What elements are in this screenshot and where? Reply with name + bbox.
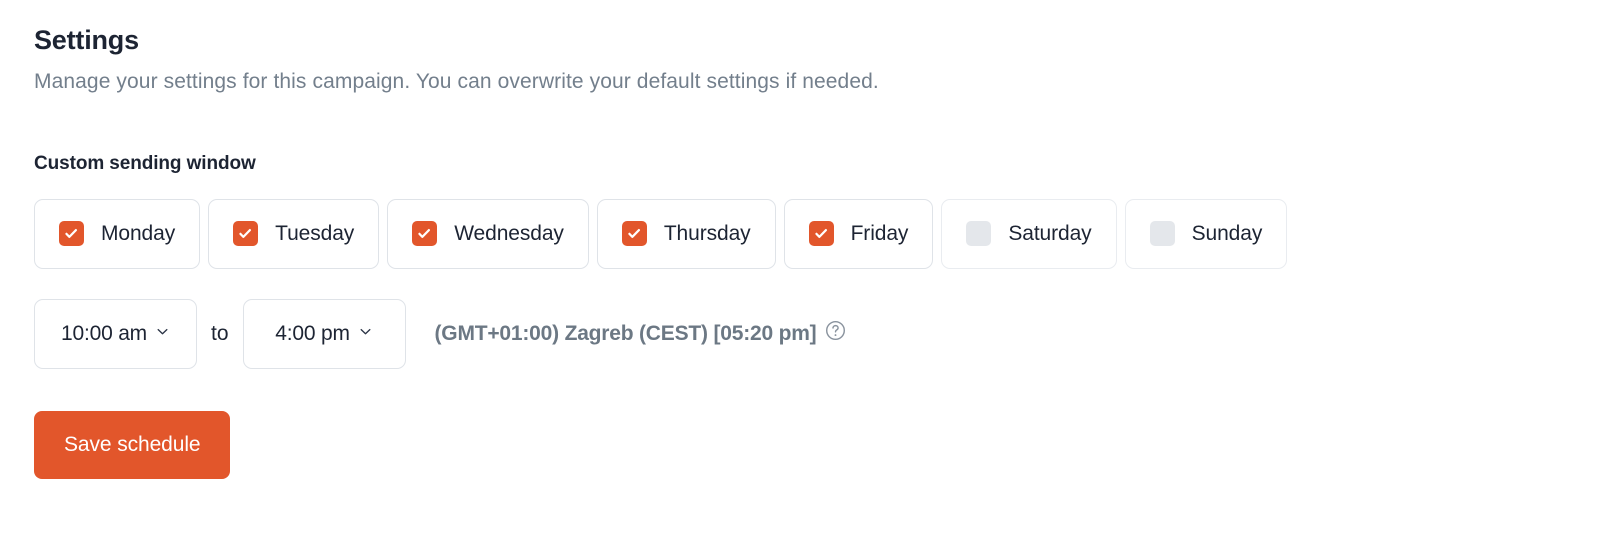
checkbox-monday[interactable] — [59, 221, 84, 247]
day-chip-thursday[interactable]: Thursday — [596, 198, 776, 269]
day-chip-tuesday[interactable]: Tuesday — [208, 198, 380, 269]
page-subtitle: Manage your settings for this campaign. … — [34, 70, 879, 94]
start-time-select[interactable]: 10:00 am — [34, 298, 197, 369]
end-time-value: 4:00 pm — [275, 321, 350, 345]
checkbox-saturday[interactable] — [966, 221, 992, 247]
checkbox-tuesday[interactable] — [233, 221, 259, 247]
chevron-down-icon — [155, 324, 170, 344]
day-label-monday: Monday — [101, 221, 176, 245]
day-chip-saturday[interactable]: Saturday — [941, 198, 1117, 269]
end-time-select[interactable]: 4:00 pm — [242, 298, 406, 369]
timezone-label: (GMT+01:00) Zagreb (CEST) [05:20 pm] — [434, 321, 817, 345]
question-circle-icon[interactable] — [825, 320, 846, 347]
start-time-value: 10:00 am — [61, 321, 147, 345]
day-chip-friday[interactable]: Friday — [783, 198, 934, 269]
day-selector-group: Monday Tuesday Wednesday Thursday Friday — [34, 198, 1600, 269]
day-chip-wednesday[interactable]: Wednesday — [387, 198, 589, 269]
page-title: Settings — [34, 25, 139, 55]
time-separator-label: to — [211, 321, 229, 345]
day-chip-sunday[interactable]: Sunday — [1124, 198, 1288, 269]
day-label-thursday: Thursday — [663, 221, 751, 245]
timezone-display: (GMT+01:00) Zagreb (CEST) [05:20 pm] — [435, 320, 847, 347]
chevron-down-icon — [358, 324, 373, 344]
checkbox-wednesday[interactable] — [412, 221, 438, 247]
day-label-wednesday: Wednesday — [454, 221, 564, 245]
settings-page: Settings Manage your settings for this c… — [0, 0, 1600, 552]
checkbox-sunday[interactable] — [1149, 221, 1175, 247]
checkbox-thursday[interactable] — [621, 221, 647, 247]
time-window-row: 10:00 am to 4:00 pm (GMT+01:00) Zagreb (… — [34, 298, 1600, 369]
save-schedule-button[interactable]: Save schedule — [34, 410, 231, 479]
day-label-saturday: Saturday — [1008, 221, 1092, 245]
day-label-friday: Friday — [850, 221, 909, 245]
day-chip-monday[interactable]: Monday — [34, 198, 201, 269]
checkbox-friday[interactable] — [808, 221, 834, 247]
custom-sending-window-label: Custom sending window — [34, 152, 256, 174]
day-label-tuesday: Tuesday — [275, 221, 355, 245]
day-label-sunday: Sunday — [1191, 221, 1263, 245]
